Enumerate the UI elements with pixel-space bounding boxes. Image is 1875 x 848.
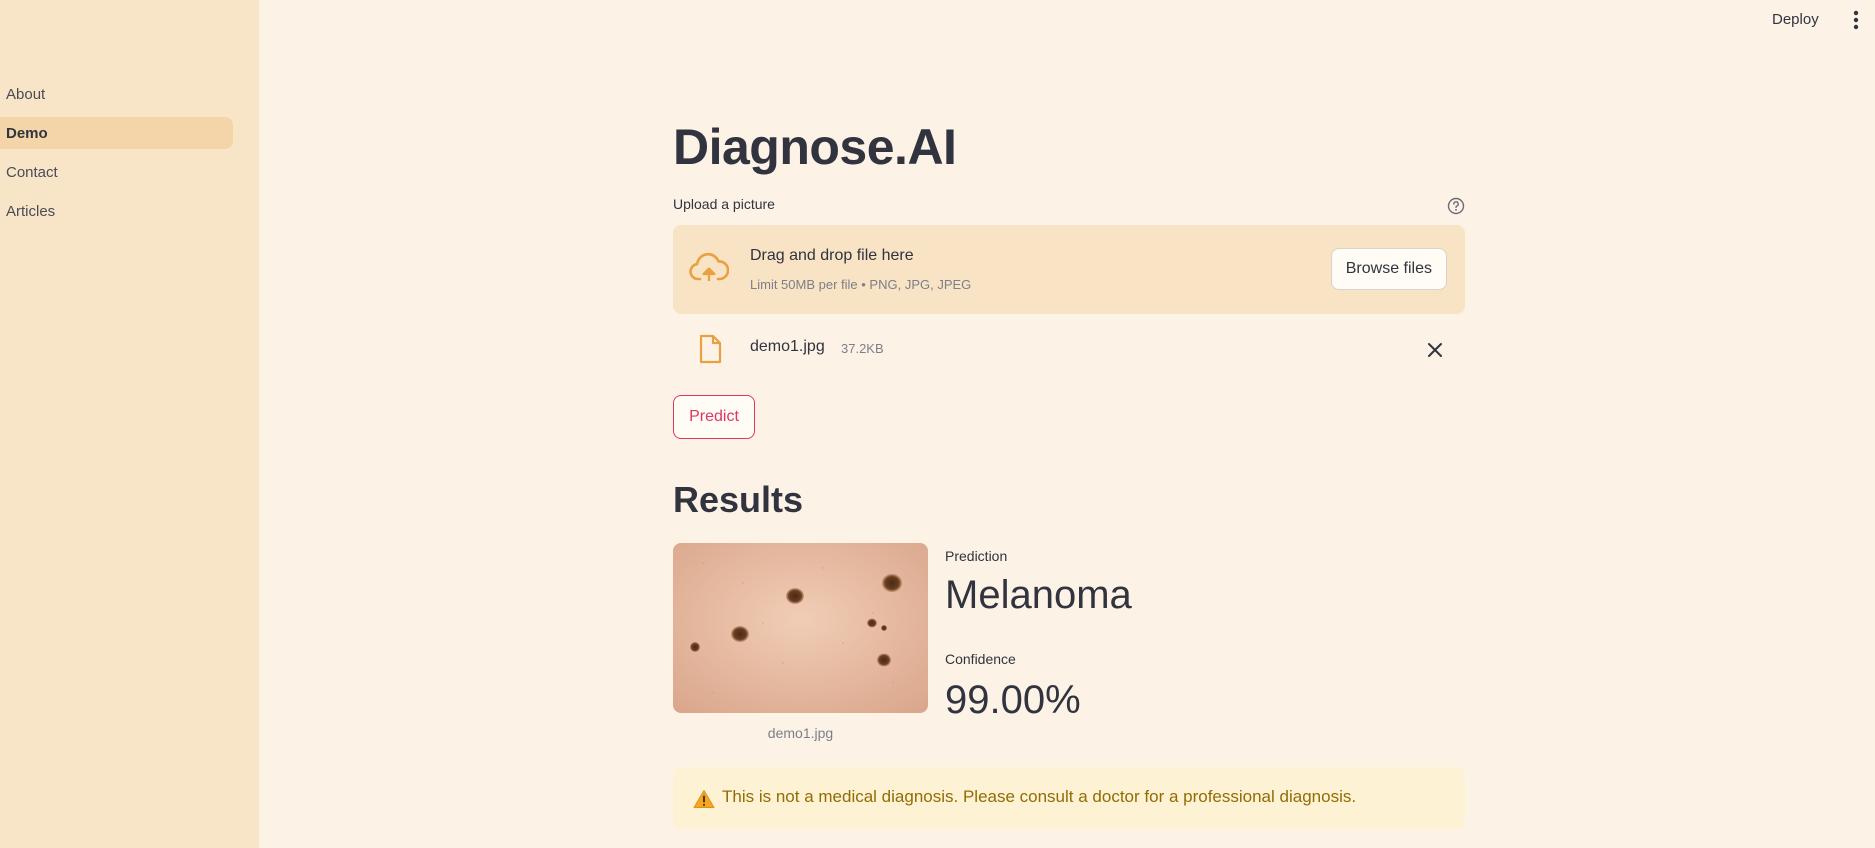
uploaded-file-row: demo1.jpg 37.2KB [673, 333, 1465, 369]
sidebar-nav: About Demo Contact Articles [0, 78, 233, 234]
vertical-ellipsis-icon[interactable] [1846, 8, 1866, 32]
file-name: demo1.jpg [750, 338, 825, 355]
prediction-label: Prediction [945, 548, 1008, 564]
file-icon [698, 334, 722, 364]
image-caption: demo1.jpg [767, 725, 834, 741]
warning-icon [693, 789, 715, 809]
disclaimer-alert: This is not a medical diagnosis. Please … [673, 767, 1465, 829]
page-title: Diagnose.AI [673, 119, 957, 175]
dropzone-title: Drag and drop file here [750, 247, 914, 264]
sidebar-item-demo[interactable]: Demo [0, 117, 233, 149]
predict-button[interactable]: Predict [673, 395, 755, 439]
browse-files-button[interactable]: Browse files [1330, 248, 1447, 290]
confidence-value: 99.00% [945, 678, 1081, 722]
results-heading: Results [673, 479, 804, 520]
sidebar-item-contact[interactable]: Contact [0, 156, 233, 188]
uploaded-skin-image [673, 543, 928, 713]
sidebar-item-label: Demo [6, 124, 48, 142]
uploader-label: Upload a picture [673, 196, 775, 212]
sidebar-item-articles[interactable]: Articles [0, 195, 233, 227]
file-size: 37.2KB [841, 341, 884, 356]
close-icon[interactable] [1425, 340, 1445, 360]
dropzone-subtitle: Limit 50MB per file • PNG, JPG, JPEG [750, 277, 972, 292]
file-dropzone[interactable]: Drag and drop file here Limit 50MB per f… [673, 225, 1465, 314]
sidebar-item-about[interactable]: About [0, 78, 233, 110]
sidebar-item-label: Articles [6, 202, 56, 220]
sidebar-item-label: About [6, 85, 46, 103]
sidebar: About Demo Contact Articles [0, 0, 259, 848]
question-circle-icon[interactable] [1447, 197, 1465, 215]
confidence-label: Confidence [945, 651, 1016, 667]
disclaimer-text: This is not a medical diagnosis. Please … [722, 787, 1357, 806]
cloud-upload-icon [689, 251, 730, 285]
prediction-value: Melanoma [945, 573, 1132, 617]
deploy-button[interactable]: Deploy [1766, 8, 1825, 32]
sidebar-item-label: Contact [6, 163, 58, 181]
